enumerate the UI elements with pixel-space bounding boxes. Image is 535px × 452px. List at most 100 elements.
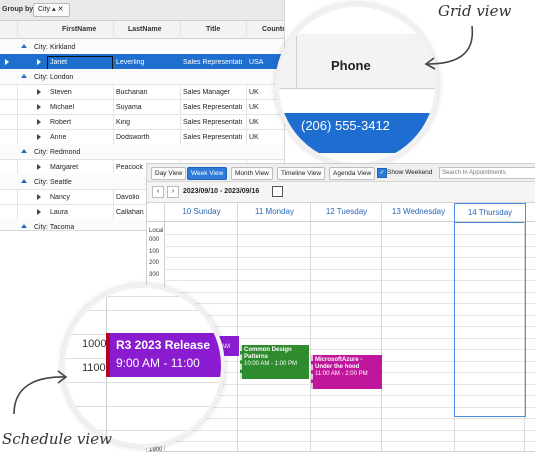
cell-firstname[interactable]: Margaret: [50, 164, 110, 171]
cell-firstname[interactable]: Michael: [50, 104, 110, 111]
cell-firstname[interactable]: Janet: [50, 59, 110, 66]
appointment-time: 10:00 AM - 1:00 PM: [244, 361, 298, 367]
week-view-button[interactable]: Week View: [187, 167, 228, 180]
table-row[interactable]: Steven Buchanan Sales Manager UK: [0, 84, 284, 100]
time-label: 300: [149, 272, 160, 278]
group-row[interactable]: City: Redmond: [0, 144, 284, 160]
scheduler-toolbar: Day View Week View Month View Timeline V…: [147, 164, 535, 182]
cell-country[interactable]: UK: [249, 119, 283, 126]
group-label: City: Kirkland: [34, 44, 76, 51]
agenda-view-button[interactable]: Agenda View: [329, 167, 376, 180]
arrow-icon: [13, 370, 68, 415]
appointment-title: Common Design Patterns: [244, 347, 292, 360]
group-label: City: London: [34, 74, 74, 81]
expand-row-icon[interactable]: [37, 209, 41, 215]
cell-country[interactable]: UK: [249, 134, 283, 141]
expand-row-icon[interactable]: [37, 134, 41, 140]
chevron-right-icon[interactable]: ›: [167, 186, 179, 198]
time-label: 200: [149, 260, 160, 266]
arrow-icon: [424, 25, 474, 70]
scheduler-nav: ‹ › 2023/09/10 - 2023/09/16: [147, 182, 535, 203]
time-label: 1000: [82, 338, 107, 350]
collapse-icon[interactable]: [21, 149, 27, 153]
group-label: City: Redmond: [34, 149, 81, 156]
today-column: [454, 203, 526, 417]
collapse-icon[interactable]: [21, 74, 27, 78]
time-label: 000: [149, 237, 160, 243]
grid-view-caption: Grid view: [438, 2, 512, 20]
cell-lastname[interactable]: Leverling: [116, 59, 178, 66]
grid-header: FirstName LastName Title Countr: [0, 21, 284, 39]
cell-firstname[interactable]: Nancy: [50, 194, 110, 201]
expand-row-icon[interactable]: [37, 89, 41, 95]
phone-column-header: Phone: [331, 58, 371, 73]
group-label: City: Tacoma: [34, 224, 75, 231]
day-header-monday[interactable]: 11 Monday: [237, 203, 311, 221]
time-zone-label: Local: [149, 228, 164, 234]
expand-row-icon[interactable]: [37, 59, 41, 65]
expand-row-icon[interactable]: [37, 194, 41, 200]
cell-title[interactable]: Sales Representati: [183, 134, 245, 141]
day-header-wednesday[interactable]: 13 Wednesday: [381, 203, 455, 221]
current-row-indicator-icon: [5, 59, 9, 65]
column-header-country[interactable]: Countr: [262, 26, 284, 33]
appointment-search-input[interactable]: Search In Appointments: [439, 167, 535, 179]
column-header-firstname[interactable]: FirstName: [62, 26, 96, 33]
cell-lastname[interactable]: King: [116, 119, 178, 126]
table-row[interactable]: Robert King Sales Representati UK: [0, 114, 284, 130]
day-header-tuesday[interactable]: 12 Tuesday: [310, 203, 382, 221]
cell-title[interactable]: Sales Representati: [183, 119, 245, 126]
cell-title[interactable]: Sales Manager: [183, 89, 245, 96]
collapse-icon[interactable]: [21, 44, 27, 48]
cell-title[interactable]: Sales Representati: [183, 104, 245, 111]
cell-firstname[interactable]: Robert: [50, 119, 110, 126]
magnifier-phone: Phone (206) 555-3412: [275, 3, 439, 167]
appointment-time: 11:00 AM - 2:00 PM: [315, 371, 368, 377]
cell-firstname[interactable]: Anne: [50, 134, 110, 141]
column-header-lastname[interactable]: LastName: [128, 26, 161, 33]
collapse-icon[interactable]: [21, 179, 27, 183]
cell-lastname[interactable]: Dodsworth: [116, 134, 178, 141]
expand-row-icon[interactable]: [37, 119, 41, 125]
appointment-r3-release-zoomed[interactable]: R3 2023 Release 9:00 AM - 11:00: [106, 333, 221, 377]
group-row[interactable]: City: Kirkland: [0, 39, 284, 55]
group-chip-city[interactable]: City ▴ ✕: [33, 3, 71, 17]
date-range: 2023/09/10 - 2023/09/16: [183, 188, 260, 195]
collapse-icon[interactable]: [21, 224, 27, 228]
day-view-button[interactable]: Day View: [151, 167, 187, 180]
cell-title[interactable]: Sales Representati: [183, 59, 245, 66]
close-icon[interactable]: ✕: [58, 6, 64, 13]
expand-row-icon[interactable]: [37, 164, 41, 170]
appointment-title: R3 2023 Release: [116, 338, 211, 352]
group-label: City: Seattle: [34, 179, 72, 186]
appointment-time: 9:00 AM - 11:00: [116, 356, 200, 370]
group-chip-label: City: [38, 6, 51, 13]
group-row[interactable]: City: London: [0, 69, 284, 85]
sort-asc-icon: ▴: [52, 6, 56, 13]
month-view-button[interactable]: Month View: [231, 167, 273, 180]
table-row[interactable]: Michael Suyama Sales Representati UK: [0, 99, 284, 115]
expand-row-icon[interactable]: [37, 104, 41, 110]
group-by-label: Group by:: [2, 6, 36, 13]
table-row[interactable]: Anne Dodsworth Sales Representati UK: [0, 129, 284, 145]
schedule-view-caption: Schedule view: [2, 430, 112, 448]
appointment-common-design-patterns[interactable]: Common Design Patterns 10:00 AM - 1:00 P…: [240, 345, 309, 379]
table-row[interactable]: Janet Leverling Sales Representati USA: [0, 54, 284, 70]
cell-firstname[interactable]: Laura: [50, 209, 110, 216]
magnifier-schedule: 1000 1100 R3 2023 Release 9:00 AM - 11:0…: [61, 284, 225, 448]
time-label: 1100: [82, 362, 106, 374]
current-time-line: [454, 416, 525, 417]
column-header-title[interactable]: Title: [206, 26, 220, 33]
group-by-panel: Group by: City ▴ ✕: [0, 0, 284, 21]
cell-lastname[interactable]: Suyama: [116, 104, 178, 111]
cell-lastname[interactable]: Buchanan: [116, 89, 178, 96]
chevron-left-icon[interactable]: ‹: [152, 186, 164, 198]
appointment-azure-under-the-hood[interactable]: MicrosoftAzure - Under the hood 11:00 AM…: [311, 355, 382, 389]
timeline-view-button[interactable]: Timeline View: [277, 167, 326, 180]
time-label: 100: [149, 249, 160, 255]
cell-firstname[interactable]: Steven: [50, 89, 110, 96]
calendar-icon[interactable]: [272, 186, 283, 197]
appointment-title: MicrosoftAzure - Under the hood: [315, 357, 363, 370]
show-weekend-checkbox[interactable]: ✓: [377, 168, 387, 178]
day-header-sunday[interactable]: 10 Sunday: [164, 203, 238, 221]
